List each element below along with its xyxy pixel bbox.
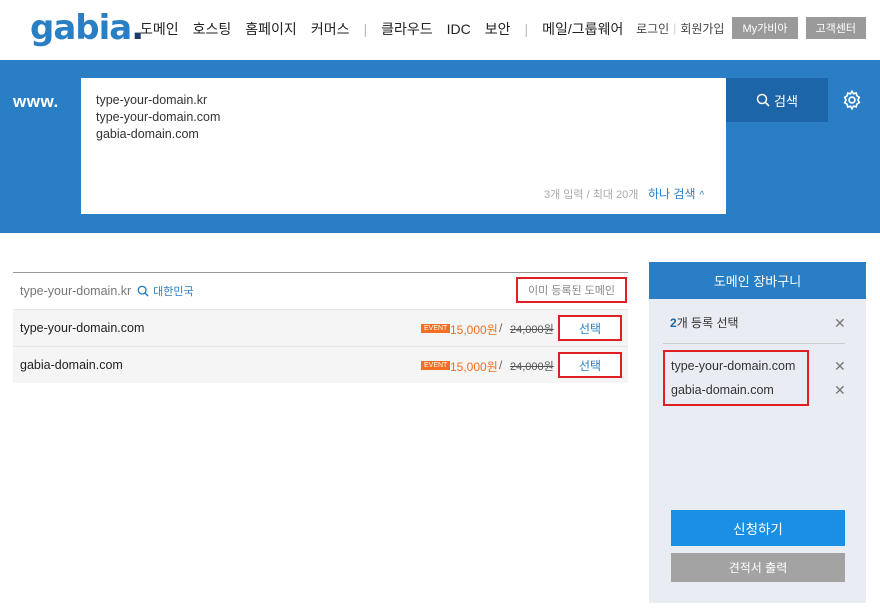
www-prefix: www. (13, 92, 59, 111)
input-count: 3개 입력 / 최대 20개 (544, 189, 639, 201)
nav-divider: | (363, 21, 368, 37)
select-button[interactable]: 선택 (558, 315, 622, 341)
gabia-logo[interactable]: gabia. (30, 8, 144, 48)
result-row: gabia-domain.com EVENT 15,000원 / 24,000원… (13, 346, 628, 383)
nav-homepage[interactable]: 홈페이지 (245, 19, 297, 39)
original-price: 24,000원 (510, 361, 554, 373)
nav-cloud[interactable]: 클라우드 (381, 19, 433, 39)
top-header: gabia. 도메인 호스팅 홈페이지 커머스 | 클라우드 IDC 보안 | … (0, 0, 880, 60)
nav-hosting[interactable]: 호스팅 (193, 19, 232, 39)
close-icon[interactable]: ✕ (834, 383, 846, 397)
main-nav: 도메인 호스팅 홈페이지 커머스 | 클라우드 IDC 보안 | 메일/그룹웨어 (140, 19, 637, 39)
sale-price: 15,000원 (450, 360, 498, 374)
cart-count: 2개 등록 선택 (670, 314, 739, 331)
nav-divider: | (524, 21, 529, 37)
cart-item: gabia-domain.com (671, 383, 774, 397)
nav-mail-groupware[interactable]: 메일/그룹웨어 (542, 19, 623, 39)
search-button[interactable]: 검색 (726, 78, 828, 122)
result-row: type-your-domain.com EVENT 15,000원 / 24,… (13, 309, 628, 346)
cart-title: 도메인 장바구니 (649, 262, 866, 299)
sale-price: 15,000원 (450, 323, 498, 337)
cart-count-label: 개 등록 선택 (676, 316, 739, 330)
login-link[interactable]: 로그인 (636, 20, 669, 37)
original-price: 24,000원 (510, 324, 554, 336)
nav-idc[interactable]: IDC (447, 21, 471, 37)
apply-button[interactable]: 신청하기 (671, 510, 845, 546)
search-line: gabia-domain.com (96, 127, 199, 141)
cart-item: type-your-domain.com (671, 359, 796, 373)
single-search-toggle[interactable]: 하나 검색 ^ (648, 185, 704, 202)
registered-status: 이미 등록된 도메인 (516, 277, 627, 303)
close-icon[interactable]: ✕ (834, 359, 846, 373)
nav-commerce[interactable]: 커머스 (311, 19, 350, 39)
account-links: 로그인 | 회원가입 My가비아 고객센터 (636, 17, 866, 39)
support-button[interactable]: 고객센터 (805, 17, 866, 39)
query-domain: type-your-domain.kr (20, 284, 132, 298)
cart-count-number: 2 (670, 316, 677, 330)
search-icon (756, 93, 770, 107)
gear-icon[interactable] (841, 89, 863, 111)
search-line: type-your-domain.com (96, 110, 221, 124)
domain-cart: 도메인 장바구니 2개 등록 선택 ✕ type-your-domain.com… (649, 262, 866, 603)
domain-search-input[interactable]: type-your-domain.kr type-your-domain.com… (81, 78, 726, 214)
mygabia-button[interactable]: My가비아 (732, 17, 798, 39)
price-separator: / (499, 321, 503, 335)
select-button[interactable]: 선택 (558, 352, 622, 378)
search-line: type-your-domain.kr (96, 93, 208, 107)
nav-domain[interactable]: 도메인 (140, 19, 179, 39)
search-icon (137, 285, 149, 297)
nav-security[interactable]: 보안 (485, 19, 511, 39)
cart-item-list: type-your-domain.com gabia-domain.com (663, 350, 809, 406)
single-search-label: 하나 검색 (648, 187, 696, 201)
chevron-up-icon: ^ (699, 190, 705, 201)
search-band: www. type-your-domain.kr type-your-domai… (0, 60, 880, 233)
price-separator: / (499, 358, 503, 372)
search-button-label: 검색 (774, 93, 798, 109)
country-label: 대한민국 (153, 286, 194, 298)
close-icon[interactable]: ✕ (834, 316, 846, 330)
signup-link[interactable]: 회원가입 (680, 20, 724, 37)
divider (663, 343, 845, 344)
event-badge: EVENT (421, 324, 451, 333)
search-input-lines: type-your-domain.kr type-your-domain.com… (96, 92, 220, 143)
event-badge: EVENT (421, 361, 451, 370)
link-divider: | (673, 21, 677, 35)
logo-text: gabia (30, 8, 132, 48)
query-row: type-your-domain.kr 대한민국 이미 등록된 도메인 (13, 273, 628, 309)
print-quote-button[interactable]: 견적서 출력 (671, 553, 845, 582)
search-results: type-your-domain.kr 대한민국 이미 등록된 도메인 type… (13, 272, 628, 383)
